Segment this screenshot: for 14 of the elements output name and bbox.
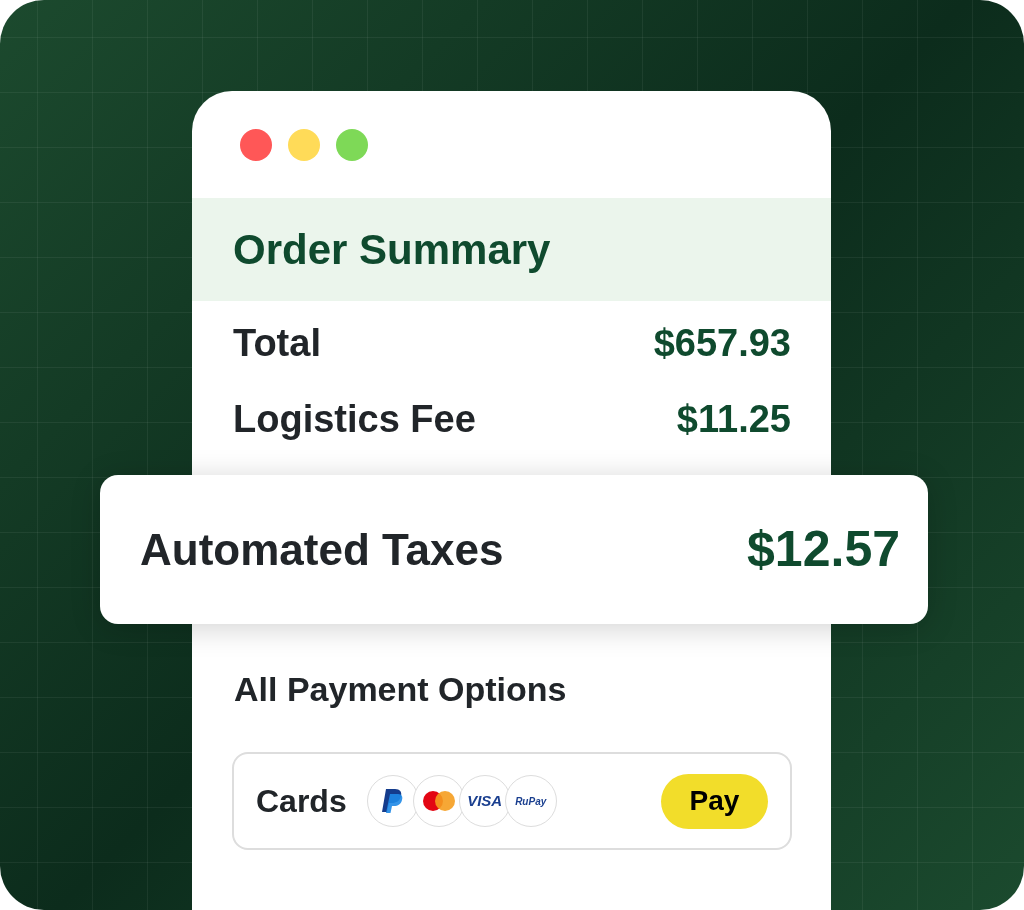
rupay-logo: RuPay <box>504 775 557 827</box>
pay-button[interactable]: Pay <box>661 773 768 829</box>
row-label: Automated Taxes <box>140 523 504 576</box>
section-heading: All Payment Options <box>233 669 568 710</box>
header-title: Order Summary <box>233 225 551 275</box>
row-amount: $12.57 <box>747 520 900 579</box>
window-control[interactable] <box>288 128 320 161</box>
row-label: Total <box>233 320 321 366</box>
row-label: Logistics Fee <box>233 396 476 442</box>
payment-method-label: Cards <box>256 782 347 821</box>
row-amount: $657.93 <box>653 320 791 366</box>
row-amount: $11.25 <box>676 396 791 442</box>
window-control[interactable] <box>336 128 368 161</box>
window-control[interactable] <box>240 128 272 161</box>
